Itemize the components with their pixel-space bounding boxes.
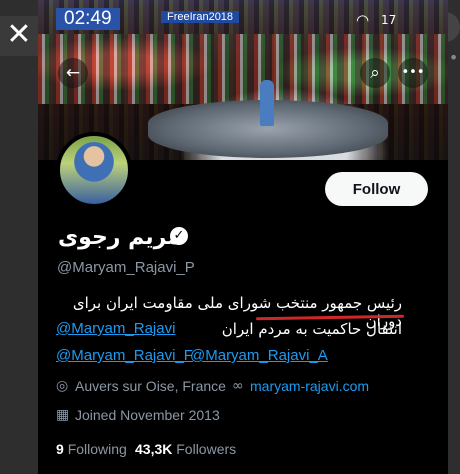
link-icon: ∞ — [232, 378, 244, 394]
close-icon[interactable]: ✕ — [0, 16, 38, 56]
following-stat[interactable]: 9 Following — [56, 441, 127, 457]
follow-button[interactable]: Follow — [325, 172, 428, 206]
wifi-icon: ◠ — [356, 11, 370, 29]
joined-date: Joined November 2013 — [75, 407, 220, 423]
mention-link[interactable]: @Maryam_Rajavi — [56, 320, 175, 337]
verified-badge-icon: ✓ — [170, 227, 188, 245]
arrow-left-icon[interactable]: ← — [58, 58, 88, 88]
following-count: 9 — [56, 441, 64, 457]
more-icon[interactable]: ••• — [398, 58, 428, 88]
following-label: Following — [67, 441, 127, 457]
banner-tag: FreeIran2018 — [161, 11, 240, 23]
profile-location: Auvers sur Oise, France — [75, 378, 226, 394]
followers-label: Followers — [176, 441, 237, 457]
mention-link[interactable]: @Maryam_Rajavi_F — [56, 347, 193, 364]
status-time: 02:49 — [56, 8, 120, 30]
screenshot-frame: ✕ ••• 02:49 FreeIran2018 ◠ 17 ← ⌕ ••• Fo… — [0, 0, 460, 474]
bio-line-2: انتقال حاکمیت به مردم ایران — [221, 320, 402, 338]
mention-link[interactable]: @Maryam_Rajavi_A — [190, 347, 328, 364]
calendar-icon: ▦ — [56, 407, 70, 423]
banner-figure — [260, 80, 274, 126]
avatar[interactable] — [56, 132, 132, 208]
profile-screen: 02:49 FreeIran2018 ◠ 17 ← ⌕ ••• Follow م… — [38, 0, 448, 474]
followers-stat[interactable]: 43,3K Followers — [135, 441, 236, 457]
status-bar: 02:49 FreeIran2018 ◠ 17 — [56, 8, 436, 30]
search-icon[interactable]: ⌕ — [360, 58, 390, 88]
followers-count: 43,3K — [135, 441, 173, 457]
battery-level: 17 — [381, 13, 397, 27]
website-link[interactable]: maryam-rajavi.com — [250, 378, 369, 394]
display-name: مریم رجوی — [58, 225, 181, 250]
profile-handle: @Maryam_Rajavi_P — [57, 259, 195, 276]
location-pin-icon: ◎ — [56, 378, 69, 394]
